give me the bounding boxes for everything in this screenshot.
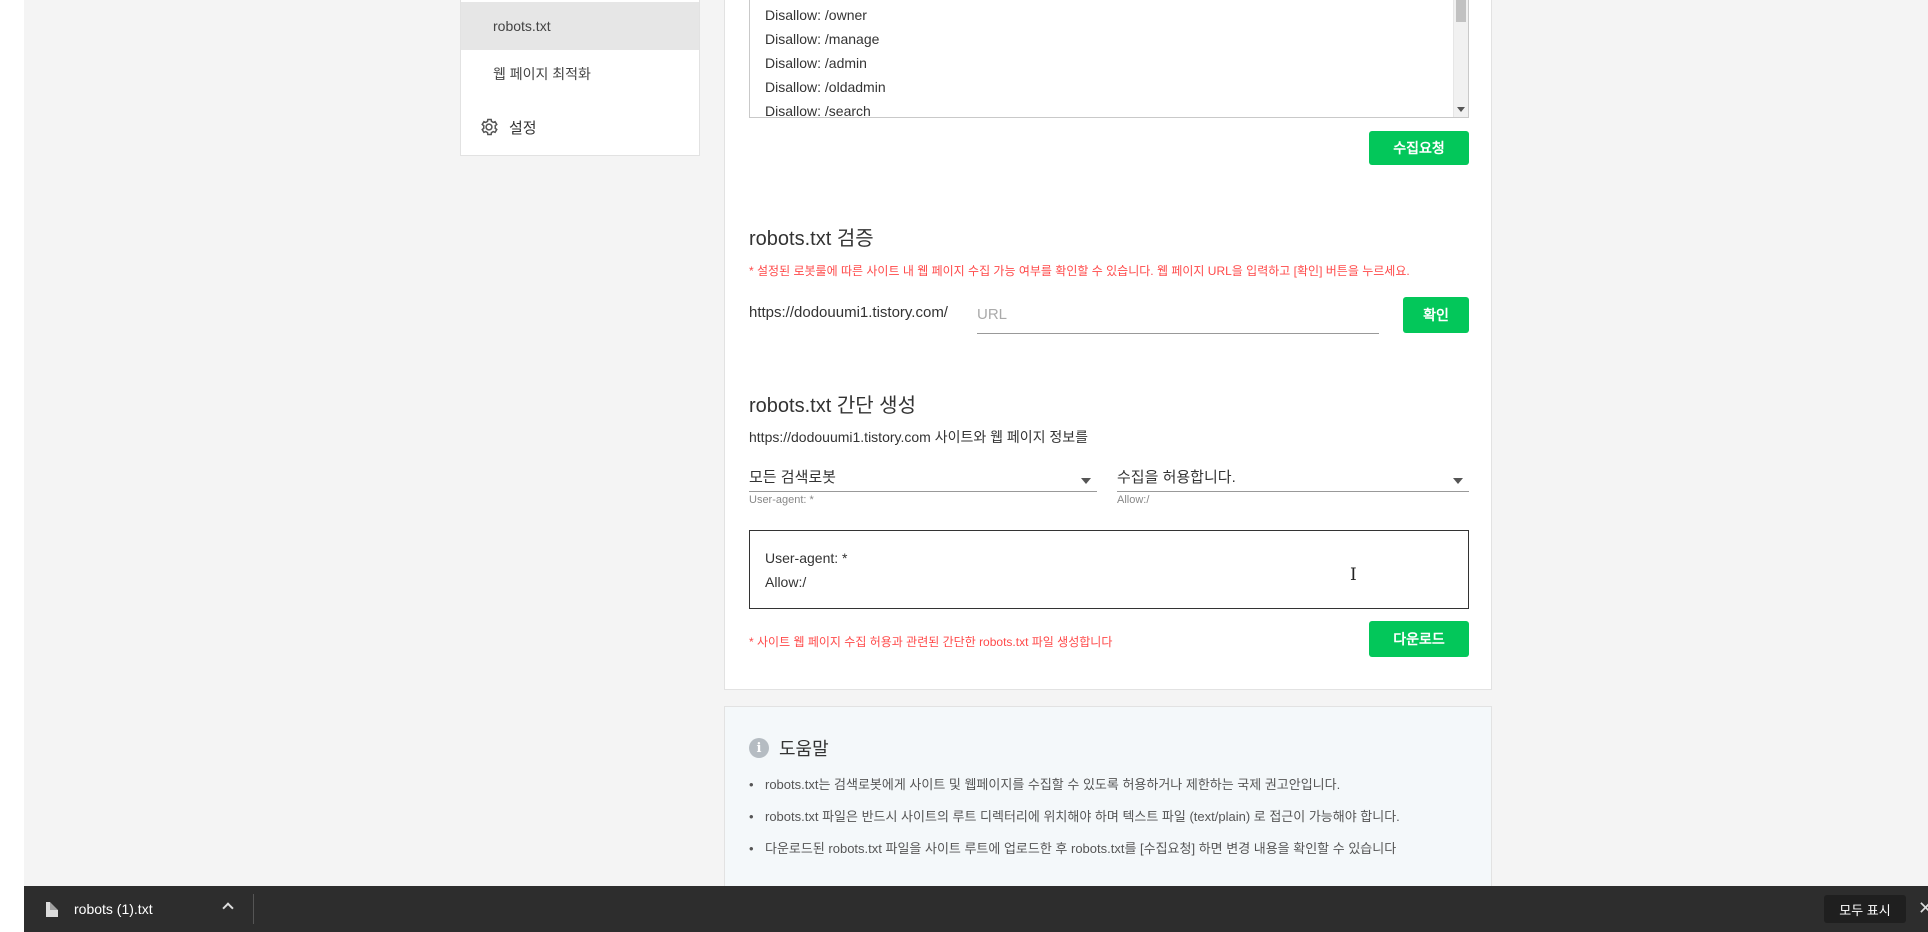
base-url-label: https://dodouumi1.tistory.com/ [749, 304, 948, 321]
file-icon [46, 901, 58, 917]
robot-select[interactable]: 모든 검색로봇 [749, 466, 1097, 492]
confirm-button[interactable]: 확인 [1403, 297, 1469, 333]
chevron-down-icon [1453, 478, 1463, 484]
sidebar-item-robots-txt[interactable]: robots.txt [461, 2, 699, 50]
allow-select[interactable]: 수집을 허용합니다. [1117, 466, 1469, 492]
sidebar-item-settings[interactable]: 설정 [461, 103, 699, 151]
sidebar-item-label: robots.txt [493, 18, 551, 34]
help-card: i 도움말 robots.txt는 검색로봇에게 사이트 및 웹페이지를 수집할… [724, 706, 1492, 906]
help-item: robots.txt는 검색로봇에게 사이트 및 웹페이지를 수집할 수 있도록… [749, 777, 1400, 809]
help-item: robots.txt 파일은 반드시 사이트의 루트 디렉터리에 위치해야 하며… [749, 809, 1400, 841]
allow-select-sub: Allow:/ [1117, 494, 1150, 506]
robots-rules-textarea[interactable]: Disallow: /owner Disallow: /manage Disal… [749, 0, 1469, 118]
download-button[interactable]: 다운로드 [1369, 621, 1469, 657]
generate-section-title: robots.txt 간단 생성 [749, 395, 916, 417]
robots-card: Disallow: /owner Disallow: /manage Disal… [724, 0, 1492, 690]
sidebar-item-label: 웹 페이지 최적화 [493, 66, 591, 82]
text-cursor-icon: I [1350, 565, 1357, 585]
rule-line: Disallow: /manage [765, 31, 880, 47]
rule-line: Disallow: /search [765, 103, 871, 118]
close-icon[interactable]: ✕ [1918, 898, 1928, 919]
generated-robots-output[interactable]: User-agent: * Allow:/ I [749, 530, 1469, 609]
gear-icon [481, 118, 498, 136]
rule-line: Disallow: /oldadmin [765, 79, 886, 95]
generate-note: * 사이트 웹 페이지 수집 허용과 관련된 간단한 robots.txt 파일… [749, 635, 1113, 649]
info-icon: i [749, 738, 769, 758]
rule-line: Disallow: /admin [765, 55, 867, 71]
generated-line: User-agent: * [765, 550, 848, 566]
sidebar-item-label: 설정 [509, 119, 537, 137]
divider [253, 894, 254, 924]
verify-section-title: robots.txt 검증 [749, 228, 874, 250]
help-item: 다운로드된 robots.txt 파일을 사이트 루트에 업로드한 후 robo… [749, 841, 1400, 873]
generated-lines: User-agent: * Allow:/ [765, 547, 847, 595]
help-title: i 도움말 [749, 735, 829, 761]
sidebar-item-webpage-optimization[interactable]: 웹 페이지 최적화 [461, 50, 699, 98]
help-title-text: 도움말 [779, 739, 829, 759]
scroll-down-arrow-icon[interactable] [1457, 107, 1465, 112]
robot-select-value: 모든 검색로봇 [749, 469, 836, 486]
rules-lines: Disallow: /owner Disallow: /manage Disal… [765, 4, 886, 118]
url-input[interactable]: URL [977, 300, 1379, 334]
generated-line: Allow:/ [765, 574, 807, 590]
download-bar: robots (1).txt 모두 표시 ✕ [24, 886, 1928, 932]
allow-select-value: 수집을 허용합니다. [1117, 469, 1236, 486]
help-list: robots.txt는 검색로봇에게 사이트 및 웹페이지를 수집할 수 있도록… [749, 777, 1400, 873]
site-info-text: https://dodouumi1.tistory.com 사이트와 웹 페이지… [749, 429, 1089, 445]
download-file-name: robots (1).txt [74, 901, 153, 917]
collect-request-button[interactable]: 수집요청 [1369, 131, 1469, 165]
sidebar: robots.txt 웹 페이지 최적화 설정 [460, 0, 700, 156]
scrollbar-thumb[interactable] [1456, 0, 1466, 22]
download-item[interactable]: robots (1).txt [24, 886, 252, 932]
scrollbar[interactable] [1453, 0, 1468, 117]
show-all-button[interactable]: 모두 표시 [1824, 895, 1906, 923]
robot-select-sub: User-agent: * [749, 494, 814, 506]
chevron-down-icon [1081, 478, 1091, 484]
verify-note: * 설정된 로봇룰에 따른 사이트 내 웹 페이지 수집 가능 여부를 확인할 … [749, 264, 1410, 278]
rule-line: Disallow: /owner [765, 7, 867, 23]
